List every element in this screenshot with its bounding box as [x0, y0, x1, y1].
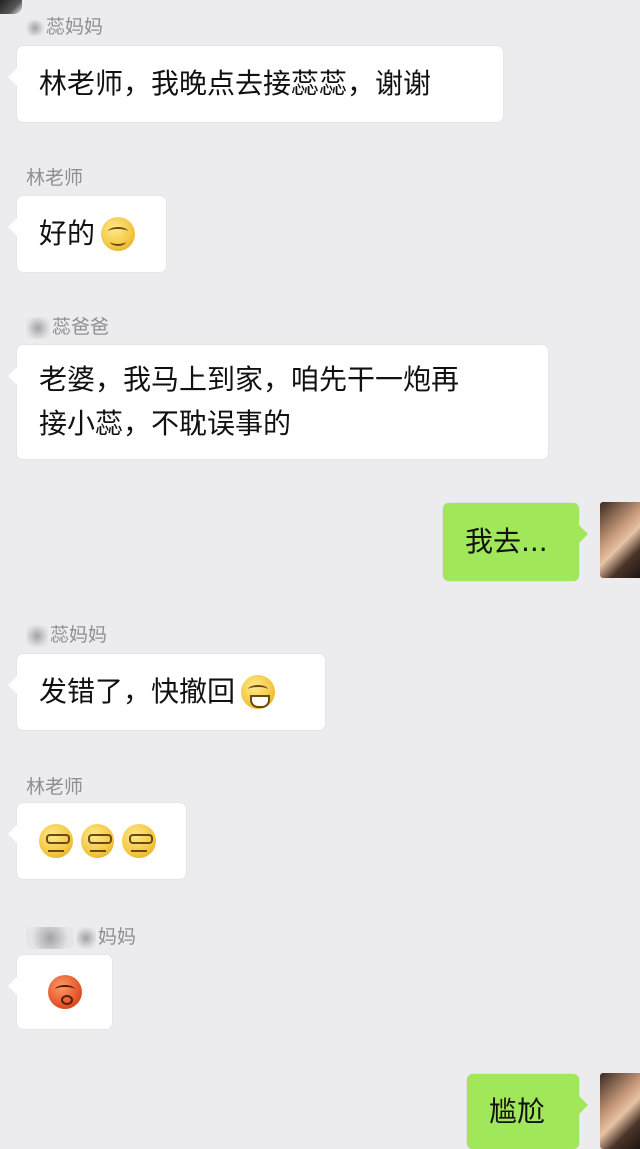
message-text: 尴尬: [489, 1094, 546, 1128]
message-bubble[interactable]: 发错了，快撤回: [8, 654, 325, 730]
message-bubble[interactable]: 林老师，我晚点去接蕊蕊，谢谢: [8, 46, 503, 122]
message-bubble[interactable]: [8, 955, 112, 1029]
eyeroll-emoji-icon: [80, 824, 115, 858]
message-text: 发错了，快撤回: [39, 675, 236, 708]
smile-emoji-icon: [101, 217, 136, 251]
message-text-line: 接小蕊，不耽误事的: [39, 407, 292, 440]
message-bubble-outgoing[interactable]: 我去...: [443, 503, 588, 581]
message-text: 好的: [39, 217, 96, 250]
message-bubble[interactable]: [8, 803, 186, 879]
message-bubble[interactable]: 老婆，我马上到家，咱先干一炮再 接小蕊，不耽误事的: [8, 345, 548, 459]
blurred-name-part: [26, 624, 48, 647]
message-bubble-outgoing[interactable]: 尴尬: [467, 1074, 588, 1149]
sender-name: 林老师: [26, 167, 84, 189]
blurred-name-part: [76, 926, 96, 949]
blurred-name-part: [26, 19, 44, 36]
message-bubble[interactable]: 好的: [8, 196, 166, 272]
message-text-line: 老婆，我马上到家，咱先干一炮再: [39, 363, 460, 396]
message-text: 我去...: [465, 525, 548, 558]
user-avatar[interactable]: [600, 1073, 640, 1149]
sender-name: 蕊妈妈: [26, 620, 107, 647]
sender-name: 蕊爸爸: [26, 312, 109, 339]
sender-name: 蕊妈妈: [26, 12, 103, 39]
blurred-name-part: [26, 316, 50, 339]
sender-name: 林老师: [26, 776, 84, 798]
blurred-name-part: [26, 926, 74, 949]
eyeroll-emoji-icon: [122, 824, 157, 858]
eyeroll-emoji-icon: [39, 824, 73, 858]
user-avatar[interactable]: [600, 502, 640, 578]
message-text: 林老师，我晚点去接蕊蕊，谢谢: [39, 67, 432, 100]
angry-red-face-emoji-icon: [47, 975, 82, 1009]
status-corner-mark: [0, 0, 22, 14]
sender-name: 妈妈: [26, 922, 136, 949]
crying-laugh-emoji-icon: [241, 675, 276, 709]
